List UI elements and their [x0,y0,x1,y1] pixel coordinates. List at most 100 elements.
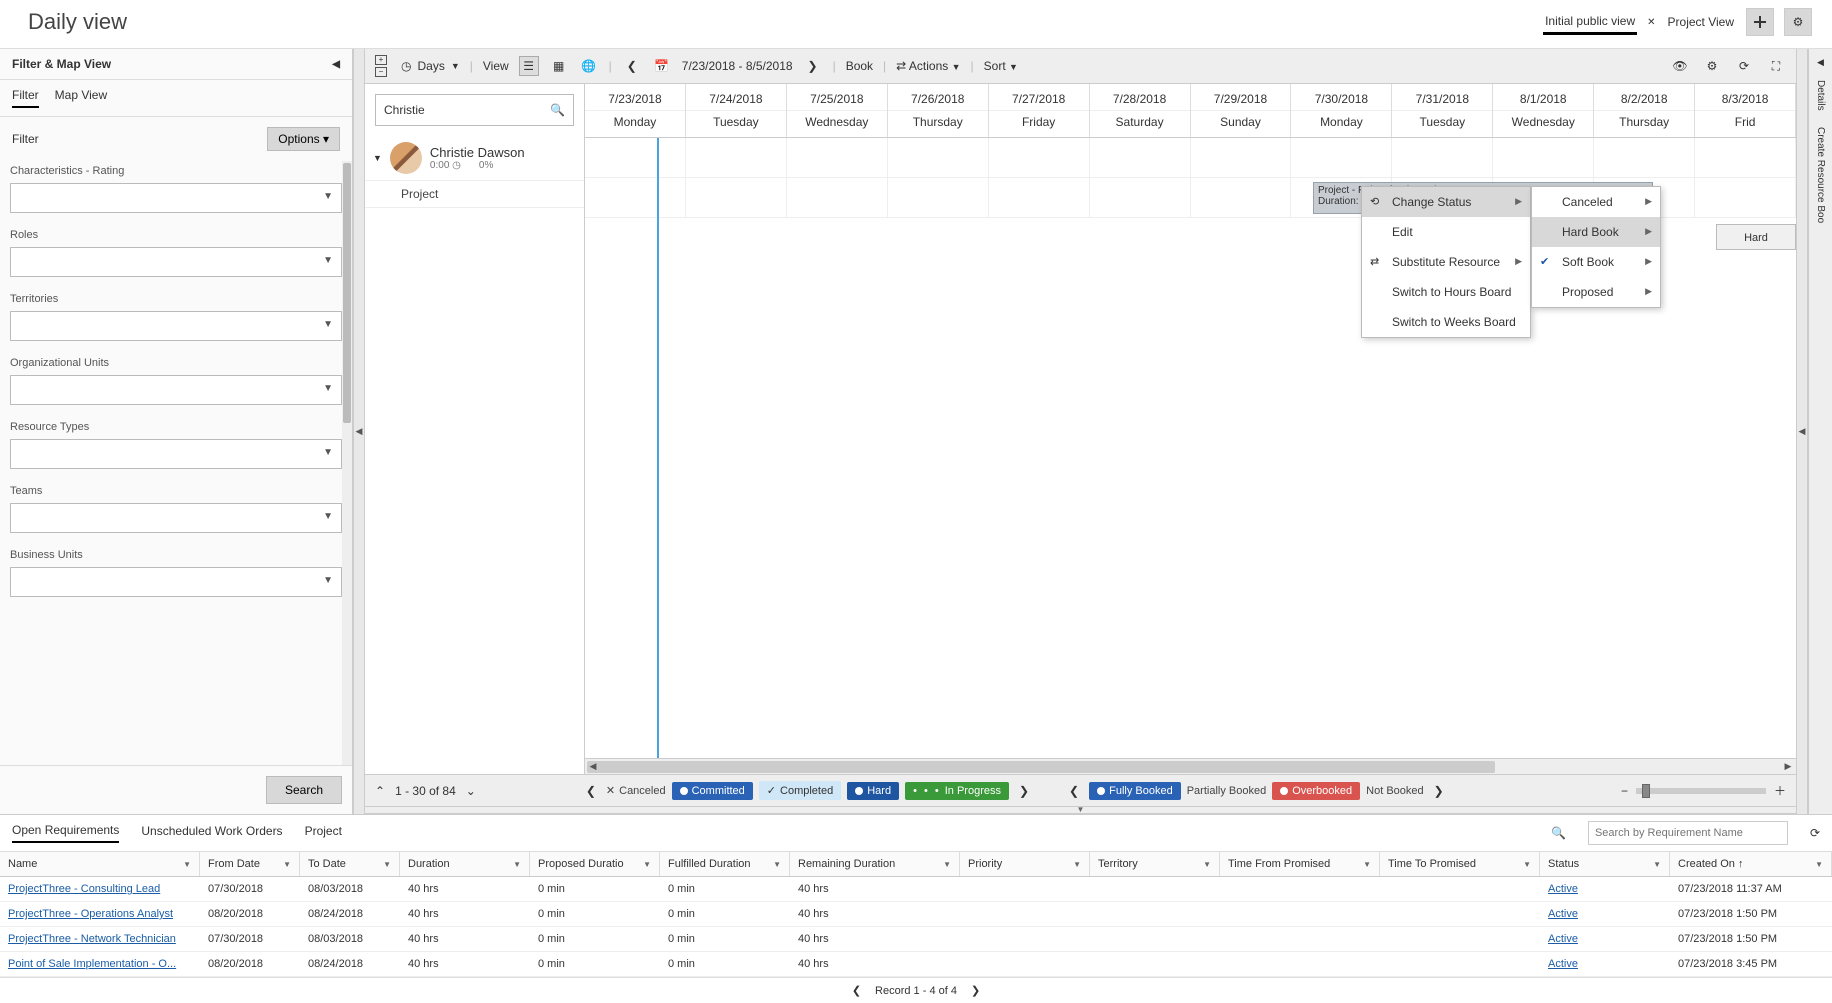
date-header-7[interactable]: 7/30/2018 [1291,84,1391,110]
date-header-10[interactable]: 8/2/2018 [1594,84,1694,110]
collapse-rows-icon[interactable]: − [375,67,387,77]
calendar-icon[interactable]: 📅 [652,56,672,76]
legend2-next-icon[interactable]: ❯ [1434,784,1444,798]
sidebar-toggle-handle[interactable]: ◀ [353,49,365,814]
sched-cell[interactable] [888,178,989,218]
ctx-status-hard-book[interactable]: Hard Book▶ [1532,217,1660,247]
date-header-0[interactable]: 7/23/2018 [585,84,685,110]
sched-cell[interactable] [888,138,989,178]
date-header-9[interactable]: 8/1/2018 [1493,84,1593,110]
page-up-icon[interactable]: ⌃ [375,784,385,798]
tab-open-requirements[interactable]: Open Requirements [12,823,119,843]
sched-cell[interactable] [787,138,888,178]
collapse-sidebar-icon[interactable]: ◀ [332,59,340,70]
filter-search-button[interactable]: Search [266,776,342,804]
legend-chip-canceled[interactable]: ✕Canceled [606,784,666,797]
board-horizontal-scrollbar[interactable]: ◀▶ [585,758,1796,774]
view-project[interactable]: Project View [1666,11,1736,33]
resource-project-row[interactable]: Project [365,181,584,208]
globe-view-icon[interactable]: 🌐 [579,56,599,76]
sched-cell[interactable] [1392,138,1493,178]
date-header-1[interactable]: 7/24/2018 [686,84,786,110]
legend-chip-in-progress[interactable]: • • •In Progress [905,782,1009,800]
status-link[interactable]: Active [1548,908,1578,920]
refresh-icon[interactable]: ⟳ [1734,56,1754,76]
prev-range-icon[interactable]: ❮ [622,56,642,76]
ctx-switch-weeks[interactable]: Switch to Weeks Board [1362,307,1530,337]
filter-options-button[interactable]: Options ▾ [267,127,340,151]
date-header-4[interactable]: 7/27/2018 [989,84,1089,110]
filter-select-3[interactable] [10,375,342,405]
date-range-label[interactable]: 7/23/2018 - 8/5/2018 [682,59,793,73]
legend-chip-overbooked[interactable]: Overbooked [1272,782,1360,800]
date-header-2[interactable]: 7/25/2018 [787,84,887,110]
status-link[interactable]: Active [1548,933,1578,945]
rail-collapse-icon[interactable]: ◀ [1817,57,1824,68]
resize-handle[interactable]: ▼ [365,806,1796,814]
date-header-8[interactable]: 7/31/2018 [1392,84,1492,110]
resource-row[interactable]: ▼ Christie Dawson 0:00 ◷ 0% [365,136,584,181]
date-header-5[interactable]: 7/28/2018 [1090,84,1190,110]
sched-cell[interactable] [686,138,787,178]
legend-next-icon[interactable]: ❯ [1019,784,1029,798]
settings-button[interactable]: ⚙ [1784,8,1812,36]
legend-chip-hard[interactable]: Hard [847,782,899,800]
requirement-link[interactable]: ProjectThree - Operations Analyst [8,908,173,920]
sched-cell[interactable] [989,178,1090,218]
add-view-button[interactable] [1746,8,1774,36]
ctx-substitute-resource[interactable]: ⇄Substitute Resource▶ [1362,247,1530,277]
date-header-11[interactable]: 8/3/2018 [1695,84,1795,110]
zoom-out-icon[interactable]: − [1621,784,1628,798]
sidebar-scrollbar[interactable] [342,161,352,765]
tab-map-view[interactable]: Map View [55,88,107,108]
board-settings-icon[interactable]: ⚙ [1702,56,1722,76]
bottom-refresh-icon[interactable]: ⟳ [1810,826,1820,840]
filter-select-6[interactable] [10,567,342,597]
date-header-3[interactable]: 7/26/2018 [888,84,988,110]
filter-select-1[interactable] [10,247,342,277]
legend-chip-completed[interactable]: ✓Completed [759,781,841,800]
ctx-switch-hours[interactable]: Switch to Hours Board [1362,277,1530,307]
sched-cell[interactable] [1191,138,1292,178]
sched-cell[interactable] [1695,138,1796,178]
next-range-icon[interactable]: ❯ [803,56,823,76]
ctx-change-status[interactable]: ⟲Change Status▶ [1362,187,1530,217]
requirement-row[interactable]: Point of Sale Implementation - O... 08/2… [0,952,1832,977]
view-initial-public[interactable]: Initial public view [1543,10,1637,35]
sched-cell[interactable] [989,138,1090,178]
page-down-icon[interactable]: ⌄ [466,784,476,798]
sched-cell[interactable] [1594,138,1695,178]
eye-icon[interactable]: 👁 [1670,56,1690,76]
requirement-search-input[interactable] [1588,821,1788,845]
filter-select-5[interactable] [10,503,342,533]
filter-select-0[interactable] [10,183,342,213]
sched-cell[interactable] [1090,178,1191,218]
requirement-link[interactable]: ProjectThree - Consulting Lead [8,883,160,895]
ctx-status-canceled[interactable]: Canceled▶ [1532,187,1660,217]
ctx-status-proposed[interactable]: Proposed▶ [1532,277,1660,307]
status-link[interactable]: Active [1548,883,1578,895]
zoom-slider[interactable] [1636,788,1766,794]
booking-hard-chip[interactable]: Hard [1716,224,1796,250]
sched-cell[interactable] [686,178,787,218]
expand-resource-icon[interactable]: ▼ [373,153,382,163]
requirement-row[interactable]: ProjectThree - Operations Analyst 08/20/… [0,902,1832,927]
actions-dropdown[interactable]: ⇄ Actions ▼ [896,59,960,73]
rail-details[interactable]: Details [1815,76,1826,115]
status-link[interactable]: Active [1548,958,1578,970]
book-button[interactable]: Book [846,59,873,73]
date-header-6[interactable]: 7/29/2018 [1191,84,1291,110]
filter-select-2[interactable] [10,311,342,341]
sched-cell[interactable] [1191,178,1292,218]
tab-filter[interactable]: Filter [12,88,39,108]
sched-cell[interactable] [1493,138,1594,178]
grid-view-icon[interactable]: ▦ [549,56,569,76]
legend-chip-fully-booked[interactable]: Fully Booked [1089,782,1181,800]
time-scale-dropdown[interactable]: ◷ Days ▼ [401,59,460,73]
sched-cell[interactable] [1695,178,1796,218]
requirement-link[interactable]: Point of Sale Implementation - O... [8,958,176,970]
tab-unscheduled-wo[interactable]: Unscheduled Work Orders [141,824,282,842]
sched-cell[interactable] [1090,138,1191,178]
expand-rows-icon[interactable]: + [375,55,387,65]
sched-cell[interactable] [585,178,686,218]
